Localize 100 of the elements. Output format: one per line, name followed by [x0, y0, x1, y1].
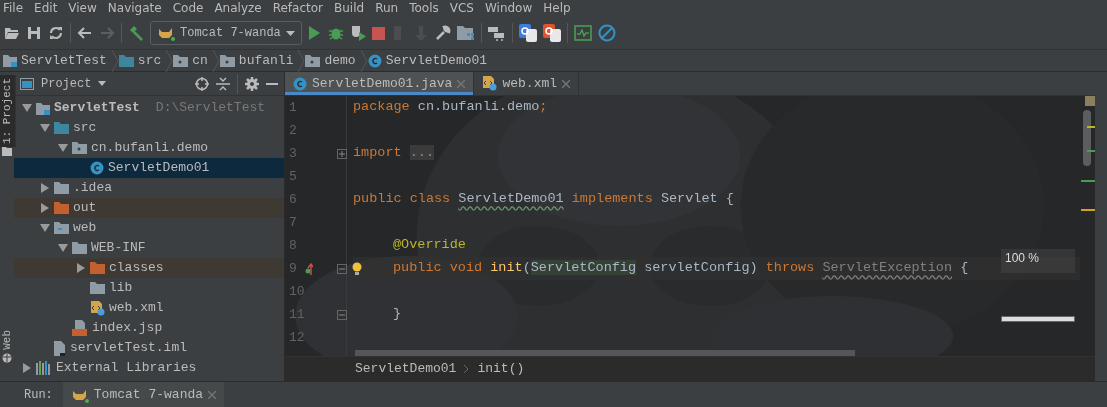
refresh-icon[interactable]	[48, 25, 64, 41]
caret-icon[interactable]	[98, 81, 107, 86]
code-line: import ...	[353, 144, 435, 163]
collapse-all-icon[interactable]	[216, 76, 230, 91]
breadcrumb-item[interactable]: src	[137, 50, 162, 71]
tree-item[interactable]: lib	[14, 278, 284, 298]
line-number: 10	[289, 282, 306, 301]
back-arrow-icon[interactable]	[77, 25, 93, 41]
collapse-fold-icon[interactable]	[337, 263, 347, 274]
coverage-run-icon[interactable]	[349, 25, 366, 41]
folder-icon	[90, 262, 105, 274]
package-folder-icon	[219, 54, 235, 67]
tool-window-tab[interactable]: 1: Project	[0, 75, 16, 147]
line-number: 2	[289, 121, 298, 140]
class-icon	[90, 161, 104, 175]
tree-item[interactable]: classes	[14, 258, 284, 278]
chevron-icon	[297, 49, 306, 72]
folder-icon	[118, 54, 134, 67]
menu-item[interactable]: Edit	[34, 0, 58, 17]
line-number: 11	[289, 305, 306, 324]
expanded-arrow-icon[interactable]	[40, 123, 50, 133]
menu-item[interactable]: Refactor	[272, 0, 324, 17]
lightbulb-icon[interactable]	[352, 261, 362, 276]
caret-icon	[285, 30, 295, 36]
locate-icon[interactable]	[195, 76, 209, 91]
tree-item[interactable]: ServletTest	[54, 98, 140, 118]
tree-item[interactable]: src	[14, 118, 284, 138]
editor-tab[interactable]: ServletDemo01.java	[285, 72, 475, 95]
close-icon[interactable]	[208, 390, 217, 399]
class-icon	[293, 76, 307, 91]
menu-item[interactable]: Help	[543, 0, 571, 17]
project-path: D:\ServletTest	[155, 99, 266, 118]
expanded-arrow-icon[interactable]	[58, 243, 68, 253]
expanded-arrow-icon[interactable]	[22, 103, 32, 113]
breadcrumb-item[interactable]: ServletDemo01	[385, 50, 488, 71]
tool-window-tab[interactable]: Web	[0, 327, 16, 353]
breadcrumb-item[interactable]: cn	[192, 50, 208, 71]
collapse-fold-icon[interactable]	[337, 309, 347, 320]
wrench-icon[interactable]	[434, 25, 451, 41]
tree-item[interactable]: out	[14, 198, 284, 218]
settings-icon[interactable]	[245, 76, 259, 91]
hammer-icon[interactable]	[128, 25, 144, 41]
tree-item[interactable]: ServletDemo01	[14, 158, 284, 178]
menu-item[interactable]: Tools	[409, 0, 439, 17]
breadcrumb-item[interactable]: init()	[477, 359, 525, 379]
tree-item[interactable]: cn.bufanli.demo	[14, 138, 284, 158]
code-line: public class ServletDemo01 implements Servlet {	[353, 190, 734, 209]
menu-item[interactable]: Analyze	[214, 0, 262, 17]
tree-item[interactable]: index.jsp	[14, 318, 284, 338]
tree-item[interactable]: web.xml	[14, 298, 284, 318]
line-number: 12	[289, 328, 306, 347]
collapsed-arrow-icon[interactable]	[40, 203, 50, 213]
open-folder-icon[interactable]	[4, 25, 20, 41]
monitor-icon[interactable]	[573, 25, 592, 41]
run-configuration-dropdown[interactable]: Tomcat 7-wanda	[150, 21, 302, 45]
jsp-file-icon	[72, 320, 88, 336]
chevron-icon	[211, 49, 220, 72]
line-number: 6	[289, 190, 298, 209]
translate-icon[interactable]	[542, 24, 561, 42]
menu-item[interactable]: Build	[334, 0, 365, 17]
line-number: 1	[289, 98, 298, 117]
tree-item[interactable]: WEB-INF	[14, 238, 284, 258]
collapsed-arrow-icon[interactable]	[40, 183, 50, 193]
package-folder-icon	[305, 54, 321, 67]
breadcrumb-item[interactable]: ServletTest	[21, 50, 107, 71]
panel-title[interactable]: Project	[41, 74, 92, 93]
menu-item[interactable]: VCS	[449, 0, 474, 17]
project-structure-icon[interactable]	[456, 25, 475, 41]
line-number: 3	[289, 144, 298, 163]
expanded-arrow-icon[interactable]	[58, 143, 68, 153]
block-icon[interactable]	[597, 24, 616, 42]
panel-icon	[20, 77, 34, 90]
tree-item[interactable]: .idea	[14, 178, 284, 198]
run-icon[interactable]	[307, 25, 322, 41]
translate-icon[interactable]	[518, 24, 537, 42]
menu-item[interactable]: File	[3, 0, 24, 17]
menu-item[interactable]: Navigate	[107, 0, 162, 17]
collapsed-arrow-icon[interactable]	[22, 363, 32, 373]
expand-fold-icon[interactable]	[337, 148, 347, 159]
run-tab[interactable]: Tomcat 7-wanda	[62, 381, 225, 407]
line-number: 8	[289, 236, 298, 255]
breadcrumb-item[interactable]: bufanli	[238, 50, 294, 71]
package-folder-icon	[173, 54, 189, 67]
tree-item[interactable]: servletTest.iml	[14, 338, 284, 358]
close-icon[interactable]	[562, 79, 571, 88]
breadcrumb-item[interactable]: demo	[324, 50, 356, 71]
menu-item[interactable]: Run	[375, 0, 399, 17]
collapsed-arrow-icon[interactable]	[76, 263, 86, 273]
tree-item[interactable]: External Libraries	[14, 358, 284, 378]
expanded-arrow-icon[interactable]	[40, 223, 50, 233]
editor-tab[interactable]: web.xml	[474, 72, 580, 95]
device-manager-icon[interactable]	[487, 25, 506, 41]
chevron-icon	[359, 49, 368, 72]
error-stripe-mark	[1085, 96, 1095, 106]
menu-item[interactable]: Code	[172, 0, 204, 17]
tree-item[interactable]: web	[14, 218, 284, 238]
menu-item[interactable]: View	[68, 0, 97, 17]
stop-icon[interactable]	[371, 26, 385, 40]
menu-item[interactable]: Window	[484, 0, 533, 17]
breadcrumb-item[interactable]: ServletDemo01	[355, 359, 457, 379]
